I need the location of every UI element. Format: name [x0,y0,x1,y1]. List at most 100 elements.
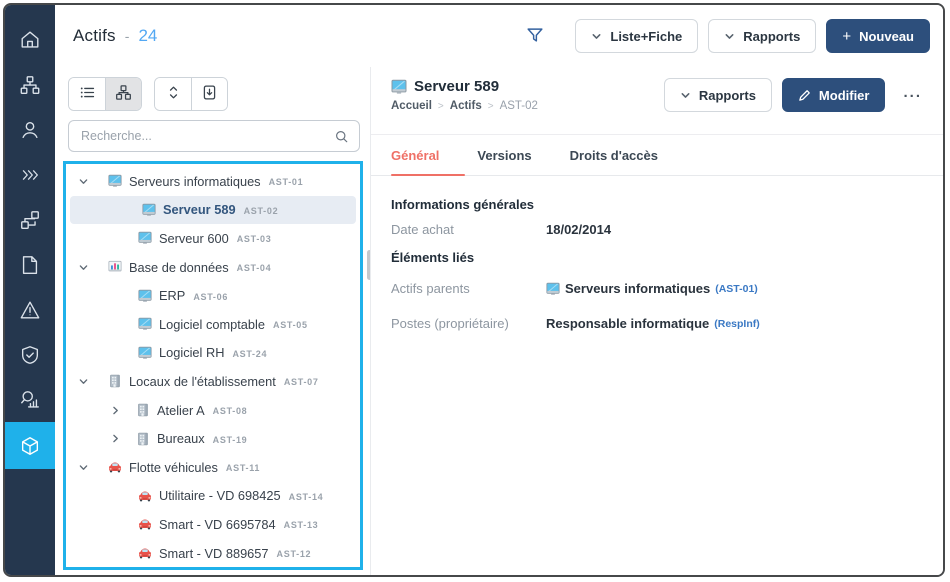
field-value: 18/02/2014 [546,222,611,237]
computer-icon [142,203,156,217]
chevron-down-icon [724,31,735,42]
tree-item-ast-02[interactable]: Serveur 589AST-02 [70,196,356,225]
car-icon [108,460,122,474]
car-icon [138,546,152,560]
chevron-right-icon[interactable] [110,433,124,444]
tree-item-label: Smart - VD 889657 [159,546,269,561]
more-options-button[interactable]: ... [895,84,930,107]
page-title-dash: - [125,28,130,44]
building-icon [136,403,150,417]
tree-item-code: AST-05 [273,318,308,330]
chevron-down-icon [680,90,691,101]
edit-button[interactable]: Modifier [782,78,886,112]
view-toggle-group [68,77,142,111]
sidebar-item-documents[interactable] [5,242,55,287]
field-value-link[interactable]: (RespInf) [714,317,760,330]
new-button[interactable]: + Nouveau [826,19,930,53]
chevron-down-icon[interactable] [78,176,92,187]
tree-item-ast-14[interactable]: Utilitaire - VD 698425AST-14 [66,482,360,511]
filter-funnel-icon[interactable] [521,21,549,52]
field-value-text: Serveurs informatiques [565,281,710,296]
field-value: Serveurs informatiques (AST-01) [546,281,758,296]
user-icon [19,119,41,141]
tree-item-label: ERP [159,288,185,303]
list-icon [79,84,96,104]
tree-item-ast-24[interactable]: Logiciel RHAST-24 [66,339,360,368]
tree-item-ast-05[interactable]: Logiciel comptableAST-05 [66,310,360,339]
computer-icon [138,289,152,303]
search-box [68,120,360,152]
sidebar-item-home[interactable] [5,17,55,62]
field-value-text: Responsable informatique [546,316,709,331]
detail-header: Serveur 589 Accueil>Actifs>AST-02 Rappor… [371,67,943,135]
tree-view-button[interactable] [105,78,141,110]
chevron-down-icon [591,31,602,42]
list-view-button[interactable] [69,78,105,110]
document-icon [19,254,41,276]
screenshot-stage: Actifs - 24 Liste+Fiche Rapports + Nouve… [0,0,950,582]
chevron-down-icon[interactable] [78,462,92,473]
section-heading: Éléments liés [391,250,923,265]
breadcrumb-separator: > [488,101,494,112]
tree-item-label: Base de données [129,260,229,275]
reports-button[interactable]: Rapports [708,19,816,53]
app-window: Actifs - 24 Liste+Fiche Rapports + Nouve… [3,3,945,577]
export-button[interactable] [191,78,227,110]
detail-section: Éléments liésActifs parentsServeurs info… [391,250,923,331]
tree-item-ast-11[interactable]: Flotte véhiculesAST-11 [66,453,360,482]
tree-item-code: AST-24 [232,347,267,359]
flow-icon [19,209,41,231]
tree-item-ast-03[interactable]: Serveur 600AST-03 [66,224,360,253]
field-value-text: 18/02/2014 [546,222,611,237]
tree-item-label: Locaux de l'établissement [129,374,276,389]
chevron-right-icon[interactable] [110,405,124,416]
home-icon [19,29,41,51]
tab-versions[interactable]: Versions [477,148,531,175]
breadcrumb-item[interactable]: Accueil [391,100,432,112]
search-input[interactable] [79,128,326,144]
tree-item-ast-04[interactable]: Base de donnéesAST-04 [66,253,360,282]
page-title-text: Actifs [73,26,116,46]
topbar: Actifs - 24 Liste+Fiche Rapports + Nouve… [55,5,943,67]
detail-section: Informations générales Date achat18/02/20… [391,197,923,237]
tree-item-code: AST-02 [244,204,279,216]
chart-icon [108,260,122,274]
tree-item-ast-01[interactable]: Serveurs informatiquesAST-01 [66,167,360,196]
tree-item-code: AST-07 [284,375,319,387]
tree-item-ast-08[interactable]: Atelier AAST-08 [66,396,360,425]
field-row: Date achat18/02/2014 [391,222,923,237]
sidebar-item-users[interactable] [5,107,55,152]
tree-item-ast-19[interactable]: BureauxAST-19 [66,424,360,453]
sidebar-item-compliance[interactable] [5,332,55,377]
chevron-down-icon[interactable] [78,262,92,273]
tree-item-label: Utilitaire - VD 698425 [159,488,281,503]
expand-collapse-button[interactable] [155,78,191,110]
tree-item-label: Serveur 600 [159,231,229,246]
tree-item-ast-13[interactable]: Smart - VD 6695784AST-13 [66,510,360,539]
tree-item-code: AST-08 [213,404,248,416]
computer-icon [138,231,152,245]
field-row: Postes (propriétaire)Responsable informa… [391,316,923,331]
chevron-down-icon[interactable] [78,376,92,387]
page-title: Actifs - 24 [73,26,157,46]
sidebar-item-assets[interactable] [5,422,55,469]
sidebar-item-processes[interactable] [5,152,55,197]
chevrons-icon [19,164,41,186]
sidebar-item-risks[interactable] [5,287,55,332]
tree-item-ast-12[interactable]: Smart - VD 889657AST-12 [66,539,360,568]
sidebar-item-workflows[interactable] [5,197,55,242]
section-heading: Informations générales [391,197,923,212]
view-mode-button[interactable]: Liste+Fiche [575,19,698,53]
breadcrumb-item[interactable]: Actifs [450,100,482,112]
sidebar-item-audit[interactable] [5,377,55,422]
field-label: Actifs parents [391,281,546,296]
field-value: Responsable informatique (RespInf) [546,316,760,331]
tab-g-n-ral[interactable]: Général [391,148,439,175]
detail-reports-button[interactable]: Rapports [664,78,772,112]
topbar-actions: Liste+Fiche Rapports + Nouveau [521,19,930,53]
tab-droits-d-acc-s[interactable]: Droits d'accès [570,148,658,175]
sidebar-item-organization[interactable] [5,62,55,107]
tree-item-ast-07[interactable]: Locaux de l'établissement AST-07 [66,367,360,396]
tree-item-ast-06[interactable]: ERPAST-06 [66,281,360,310]
field-value-link[interactable]: (AST-01) [715,282,758,295]
